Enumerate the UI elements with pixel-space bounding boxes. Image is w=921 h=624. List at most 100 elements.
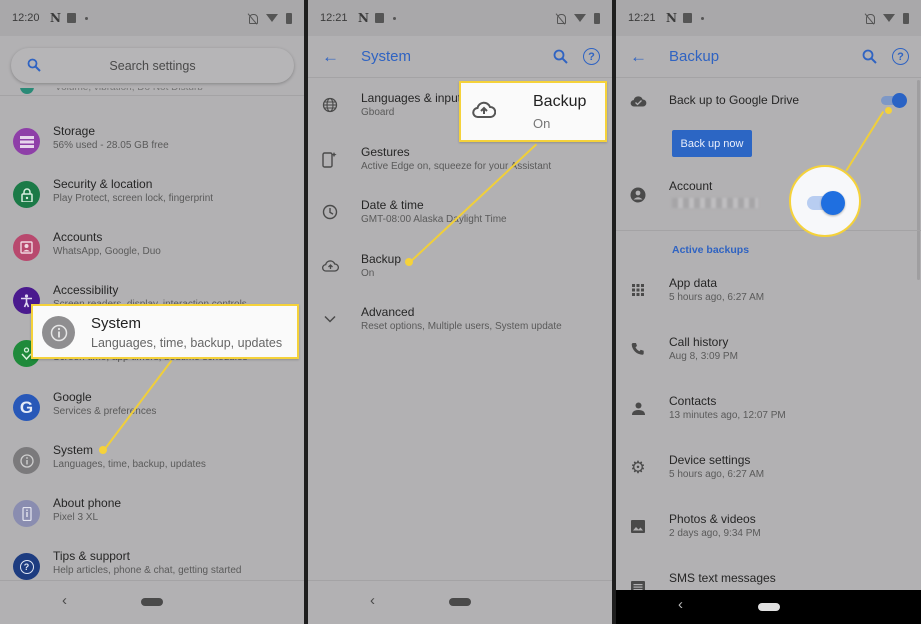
sound-icon bbox=[20, 88, 34, 94]
home-button[interactable] bbox=[141, 598, 163, 606]
item-subtitle: Aug 8, 3:09 PM bbox=[669, 351, 738, 362]
backup-item-app-data[interactable]: App data 5 hours ago, 6:27 AM bbox=[616, 276, 921, 326]
callout-subtitle: On bbox=[533, 116, 551, 131]
system-item-date-time[interactable]: Date & time GMT-08:00 Alaska Daylight Ti… bbox=[308, 198, 612, 248]
settings-item-about-phone[interactable]: About phone Pixel 3 XL bbox=[0, 496, 304, 549]
item-subtitle: 56% used - 28.05 GB free bbox=[53, 140, 169, 151]
globe-icon bbox=[320, 95, 340, 115]
item-subtitle: 5 hours ago, 6:27 AM bbox=[669, 469, 765, 480]
item-subtitle: WhatsApp, Google, Duo bbox=[53, 246, 161, 257]
item-title: Date & time bbox=[361, 198, 424, 212]
item-subtitle: Reset options, Multiple users, System up… bbox=[361, 321, 562, 332]
backup-item-call-history[interactable]: Call history Aug 8, 3:09 PM bbox=[616, 335, 921, 385]
storage-icon bbox=[13, 128, 40, 155]
item-subtitle: GMT-08:00 Alaska Daylight Time bbox=[361, 214, 507, 225]
callout-title: System bbox=[91, 315, 142, 332]
settings-item-system[interactable]: System Languages, time, backup, updates bbox=[0, 443, 304, 496]
account-row[interactable]: Account bbox=[616, 179, 921, 229]
status-bar: 12:21 N bbox=[616, 0, 921, 36]
settings-item-storage[interactable]: Storage 56% used - 28.05 GB free bbox=[0, 124, 304, 177]
calendar-notification-icon bbox=[374, 13, 384, 23]
account-circle-icon bbox=[628, 185, 648, 205]
search-icon bbox=[27, 58, 41, 72]
callout-dot bbox=[99, 446, 107, 454]
account-box-icon bbox=[13, 234, 40, 261]
help-icon[interactable]: ? bbox=[583, 48, 600, 65]
search-icon[interactable] bbox=[553, 49, 568, 64]
app-bar: ← Backup ? bbox=[616, 36, 921, 78]
status-time: 12:21 bbox=[628, 12, 656, 24]
item-title: System bbox=[53, 443, 94, 457]
chevron-down-icon bbox=[320, 309, 340, 329]
netflix-notification-icon: N bbox=[50, 11, 61, 25]
item-title: Accessibility bbox=[53, 283, 119, 297]
item-title: SMS text messages bbox=[669, 571, 776, 585]
item-subtitle: 2 days ago, 9:34 PM bbox=[669, 528, 761, 539]
search-placeholder: Search settings bbox=[109, 58, 196, 73]
section-header: Active backups bbox=[672, 244, 750, 256]
system-item-gestures[interactable]: Gestures Active Edge on, squeeze for you… bbox=[308, 145, 612, 195]
item-subtitle: 5 hours ago, 6:27 AM bbox=[669, 292, 765, 303]
gestures-icon bbox=[320, 149, 340, 169]
netflix-notification-icon: N bbox=[358, 11, 369, 25]
search-icon[interactable] bbox=[862, 49, 877, 64]
back-button[interactable]: ‹ bbox=[370, 592, 375, 609]
callout-dot bbox=[885, 107, 892, 114]
navigation-bar: ‹ bbox=[308, 580, 612, 624]
netflix-notification-icon: N bbox=[666, 11, 677, 25]
help-icon: ? bbox=[13, 553, 40, 580]
help-icon[interactable]: ? bbox=[892, 48, 909, 65]
person-icon bbox=[628, 398, 648, 418]
backup-item-device-settings[interactable]: ⚙ Device settings 5 hours ago, 6:27 AM bbox=[616, 453, 921, 503]
navigation-bar: ‹ bbox=[0, 580, 304, 624]
item-subtitle: Languages, time, backup, updates bbox=[53, 459, 206, 470]
home-button[interactable] bbox=[449, 598, 471, 606]
info-icon bbox=[42, 316, 75, 349]
cloud-backup-icon bbox=[472, 101, 497, 124]
item-subtitle: 13 minutes ago, 12:07 PM bbox=[669, 410, 786, 421]
item-title: Gestures bbox=[361, 145, 410, 159]
toggle-magnifier-callout bbox=[789, 165, 861, 237]
battery-icon bbox=[286, 12, 292, 24]
back-button[interactable]: ‹ bbox=[62, 592, 67, 609]
system-item-advanced[interactable]: Advanced Reset options, Multiple users, … bbox=[308, 305, 612, 355]
calendar-notification-icon bbox=[66, 13, 76, 23]
backup-drive-toggle[interactable] bbox=[881, 93, 907, 108]
backup-item-contacts[interactable]: Contacts 13 minutes ago, 12:07 PM bbox=[616, 394, 921, 444]
item-title: Device settings bbox=[669, 453, 751, 467]
drive-toggle-label: Back up to Google Drive bbox=[669, 93, 800, 107]
item-subtitle: Play Protect, screen lock, fingerprint bbox=[53, 193, 214, 204]
divider bbox=[0, 95, 304, 96]
dnd-bell-off-icon bbox=[865, 13, 875, 24]
status-time: 12:20 bbox=[12, 12, 40, 24]
backup-to-drive-row[interactable]: Back up to Google Drive bbox=[616, 93, 921, 143]
settings-item-security[interactable]: Security & location Play Protect, screen… bbox=[0, 177, 304, 230]
cloud-done-icon bbox=[628, 91, 648, 111]
back-arrow-icon[interactable]: ← bbox=[630, 47, 647, 67]
backup-item-photos-videos[interactable]: Photos & videos 2 days ago, 9:34 PM bbox=[616, 512, 921, 562]
back-button[interactable]: ‹ bbox=[678, 596, 683, 613]
callout-dot bbox=[405, 258, 413, 266]
item-subtitle: Pixel 3 XL bbox=[53, 512, 99, 523]
wifi-icon bbox=[883, 14, 895, 22]
apps-grid-icon bbox=[628, 280, 648, 300]
search-settings-input[interactable]: Search settings bbox=[11, 48, 294, 83]
account-email-redacted bbox=[672, 198, 758, 208]
home-button[interactable] bbox=[757, 603, 780, 611]
item-title: Google bbox=[53, 390, 92, 404]
item-subtitle: Gboard bbox=[361, 107, 395, 118]
item-subtitle: Active Edge on, squeeze for your Assista… bbox=[361, 161, 552, 172]
dnd-bell-off-icon bbox=[248, 13, 258, 24]
page-title: System bbox=[361, 48, 412, 65]
item-title: Tips & support bbox=[53, 549, 130, 563]
calendar-notification-icon bbox=[682, 13, 692, 23]
callout-title: Backup bbox=[533, 93, 587, 110]
back-up-now-button[interactable]: Back up now bbox=[672, 130, 752, 157]
settings-item-accounts[interactable]: Accounts WhatsApp, Google, Duo bbox=[0, 230, 304, 283]
item-title: Backup bbox=[361, 252, 402, 266]
item-subtitle: Help articles, phone & chat, getting sta… bbox=[53, 565, 242, 576]
item-title: App data bbox=[669, 276, 718, 290]
system-item-backup[interactable]: Backup On bbox=[308, 252, 612, 302]
back-arrow-icon[interactable]: ← bbox=[322, 47, 339, 67]
settings-item-google[interactable]: G Google Services & preferences bbox=[0, 390, 304, 443]
